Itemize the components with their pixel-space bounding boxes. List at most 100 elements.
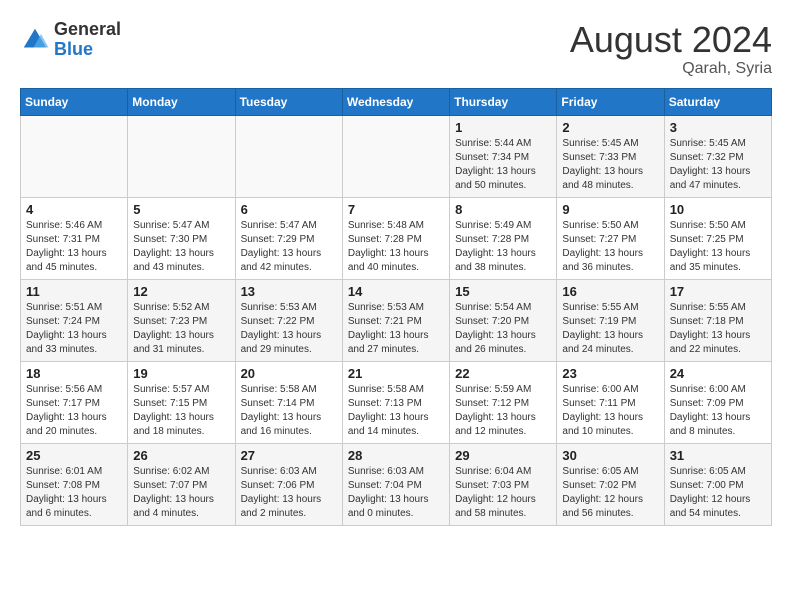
day-number: 16 [562,284,658,299]
day-info: Sunrise: 6:01 AM Sunset: 7:08 PM Dayligh… [26,465,122,521]
day-number: 25 [26,448,122,463]
day-number: 19 [133,366,229,381]
calendar-cell: 2Sunrise: 5:45 AM Sunset: 7:33 PM Daylig… [557,115,664,197]
weekday-header-friday: Friday [557,88,664,115]
day-info: Sunrise: 5:59 AM Sunset: 7:12 PM Dayligh… [455,383,551,439]
calendar-cell: 11 Sunrise: 5:51 AM Sunset: 7:24 PM Dayli… [21,279,128,361]
day-info: Sunrise: 6:02 AM Sunset: 7:07 PM Dayligh… [133,465,229,521]
week-row-2: 4Sunrise: 5:46 AM Sunset: 7:31 PM Daylig… [21,197,772,279]
day-info: Sunrise: 5:44 AM Sunset: 7:34 PM Dayligh… [455,137,551,193]
calendar-cell: 14 Sunrise: 5:53 AM Sunset: 7:21 PM Dayli… [342,279,449,361]
calendar-cell: 22 Sunrise: 5:59 AM Sunset: 7:12 PM Dayli… [450,361,557,443]
calendar-cell: 8 Sunrise: 5:49 AM Sunset: 7:28 PM Daylig… [450,197,557,279]
calendar-cell: 1 Sunrise: 5:44 AM Sunset: 7:34 PM Daylig… [450,115,557,197]
weekday-header-monday: Monday [128,88,235,115]
day-number: 4 [26,202,122,217]
day-info: Sunrise: 6:03 AM Sunset: 7:06 PM Dayligh… [241,465,337,521]
day-number: 18 [26,366,122,381]
day-info: Sunrise: 6:05 AM Sunset: 7:02 PM Dayligh… [562,465,658,521]
day-info: Sunrise: 5:55 AM Sunset: 7:19 PM Dayligh… [562,301,658,357]
logo-icon [20,25,50,55]
calendar-cell: 4Sunrise: 5:46 AM Sunset: 7:31 PM Daylig… [21,197,128,279]
calendar-cell: 24 Sunrise: 6:00 AM Sunset: 7:09 PM Dayli… [664,361,771,443]
weekday-header-thursday: Thursday [450,88,557,115]
day-number: 23 [562,366,658,381]
week-row-3: 11 Sunrise: 5:51 AM Sunset: 7:24 PM Dayli… [21,279,772,361]
day-number: 31 [670,448,766,463]
weekday-header-row: SundayMondayTuesdayWednesdayThursdayFrid… [21,88,772,115]
calendar-table: SundayMondayTuesdayWednesdayThursdayFrid… [20,88,772,526]
calendar-cell: 12 Sunrise: 5:52 AM Sunset: 7:23 PM Dayli… [128,279,235,361]
day-number: 24 [670,366,766,381]
day-number: 14 [348,284,444,299]
calendar-cell: 29 Sunrise: 6:04 AM Sunset: 7:03 PM Dayli… [450,443,557,525]
day-info: Sunrise: 5:53 AM Sunset: 7:21 PM Dayligh… [348,301,444,357]
calendar-cell: 15 Sunrise: 5:54 AM Sunset: 7:20 PM Dayli… [450,279,557,361]
day-number: 26 [133,448,229,463]
title-area: August 2024 Qarah, Syria [570,20,772,78]
calendar-cell: 28 Sunrise: 6:03 AM Sunset: 7:04 PM Dayli… [342,443,449,525]
page-header: General Blue August 2024 Qarah, Syria [20,20,772,78]
day-info: Sunrise: 5:52 AM Sunset: 7:23 PM Dayligh… [133,301,229,357]
calendar-cell: 7 Sunrise: 5:48 AM Sunset: 7:28 PM Daylig… [342,197,449,279]
day-info: Sunrise: 5:53 AM Sunset: 7:22 PM Dayligh… [241,301,337,357]
day-info: Sunrise: 5:58 AM Sunset: 7:13 PM Dayligh… [348,383,444,439]
day-number: 27 [241,448,337,463]
day-info: Sunrise: 6:04 AM Sunset: 7:03 PM Dayligh… [455,465,551,521]
week-row-1: 1 Sunrise: 5:44 AM Sunset: 7:34 PM Daylig… [21,115,772,197]
week-row-5: 25 Sunrise: 6:01 AM Sunset: 7:08 PM Dayli… [21,443,772,525]
calendar-cell: 31 Sunrise: 6:05 AM Sunset: 7:00 PM Dayli… [664,443,771,525]
day-info: Sunrise: 6:05 AM Sunset: 7:00 PM Dayligh… [670,465,766,521]
calendar-cell: 3 Sunrise: 5:45 AM Sunset: 7:32 PM Daylig… [664,115,771,197]
calendar-cell: 21Sunrise: 5:58 AM Sunset: 7:13 PM Dayli… [342,361,449,443]
calendar-cell: 20 Sunrise: 5:58 AM Sunset: 7:14 PM Dayli… [235,361,342,443]
day-number: 15 [455,284,551,299]
day-info: Sunrise: 5:54 AM Sunset: 7:20 PM Dayligh… [455,301,551,357]
calendar-cell: 19Sunrise: 5:57 AM Sunset: 7:15 PM Dayli… [128,361,235,443]
day-number: 11 [26,284,122,299]
day-number: 5 [133,202,229,217]
week-row-4: 18Sunrise: 5:56 AM Sunset: 7:17 PM Dayli… [21,361,772,443]
day-number: 29 [455,448,551,463]
day-number: 12 [133,284,229,299]
day-info: Sunrise: 6:00 AM Sunset: 7:11 PM Dayligh… [562,383,658,439]
day-number: 1 [455,120,551,135]
day-number: 13 [241,284,337,299]
weekday-header-tuesday: Tuesday [235,88,342,115]
calendar-cell [235,115,342,197]
day-number: 3 [670,120,766,135]
day-info: Sunrise: 5:58 AM Sunset: 7:14 PM Dayligh… [241,383,337,439]
day-number: 2 [562,120,658,135]
day-info: Sunrise: 5:51 AM Sunset: 7:24 PM Dayligh… [26,301,122,357]
calendar-cell: 6 Sunrise: 5:47 AM Sunset: 7:29 PM Daylig… [235,197,342,279]
day-number: 8 [455,202,551,217]
location: Qarah, Syria [570,60,772,78]
day-info: Sunrise: 5:50 AM Sunset: 7:27 PM Dayligh… [562,219,658,275]
day-number: 28 [348,448,444,463]
day-number: 30 [562,448,658,463]
day-info: Sunrise: 5:50 AM Sunset: 7:25 PM Dayligh… [670,219,766,275]
month-year: August 2024 [570,20,772,60]
calendar-cell [342,115,449,197]
day-info: Sunrise: 5:47 AM Sunset: 7:29 PM Dayligh… [241,219,337,275]
calendar-cell: 16 Sunrise: 5:55 AM Sunset: 7:19 PM Dayli… [557,279,664,361]
day-info: Sunrise: 5:48 AM Sunset: 7:28 PM Dayligh… [348,219,444,275]
day-number: 22 [455,366,551,381]
day-number: 20 [241,366,337,381]
day-info: Sunrise: 5:45 AM Sunset: 7:32 PM Dayligh… [670,137,766,193]
weekday-header-wednesday: Wednesday [342,88,449,115]
day-info: Sunrise: 6:03 AM Sunset: 7:04 PM Dayligh… [348,465,444,521]
calendar-cell: 10Sunrise: 5:50 AM Sunset: 7:25 PM Dayli… [664,197,771,279]
day-info: Sunrise: 6:00 AM Sunset: 7:09 PM Dayligh… [670,383,766,439]
calendar-cell [21,115,128,197]
calendar-cell: 26 Sunrise: 6:02 AM Sunset: 7:07 PM Dayli… [128,443,235,525]
calendar-cell [128,115,235,197]
day-number: 6 [241,202,337,217]
day-info: Sunrise: 5:49 AM Sunset: 7:28 PM Dayligh… [455,219,551,275]
day-number: 7 [348,202,444,217]
logo: General Blue [20,20,121,60]
weekday-header-sunday: Sunday [21,88,128,115]
calendar-cell: 13 Sunrise: 5:53 AM Sunset: 7:22 PM Dayli… [235,279,342,361]
weekday-header-saturday: Saturday [664,88,771,115]
calendar-cell: 9Sunrise: 5:50 AM Sunset: 7:27 PM Daylig… [557,197,664,279]
